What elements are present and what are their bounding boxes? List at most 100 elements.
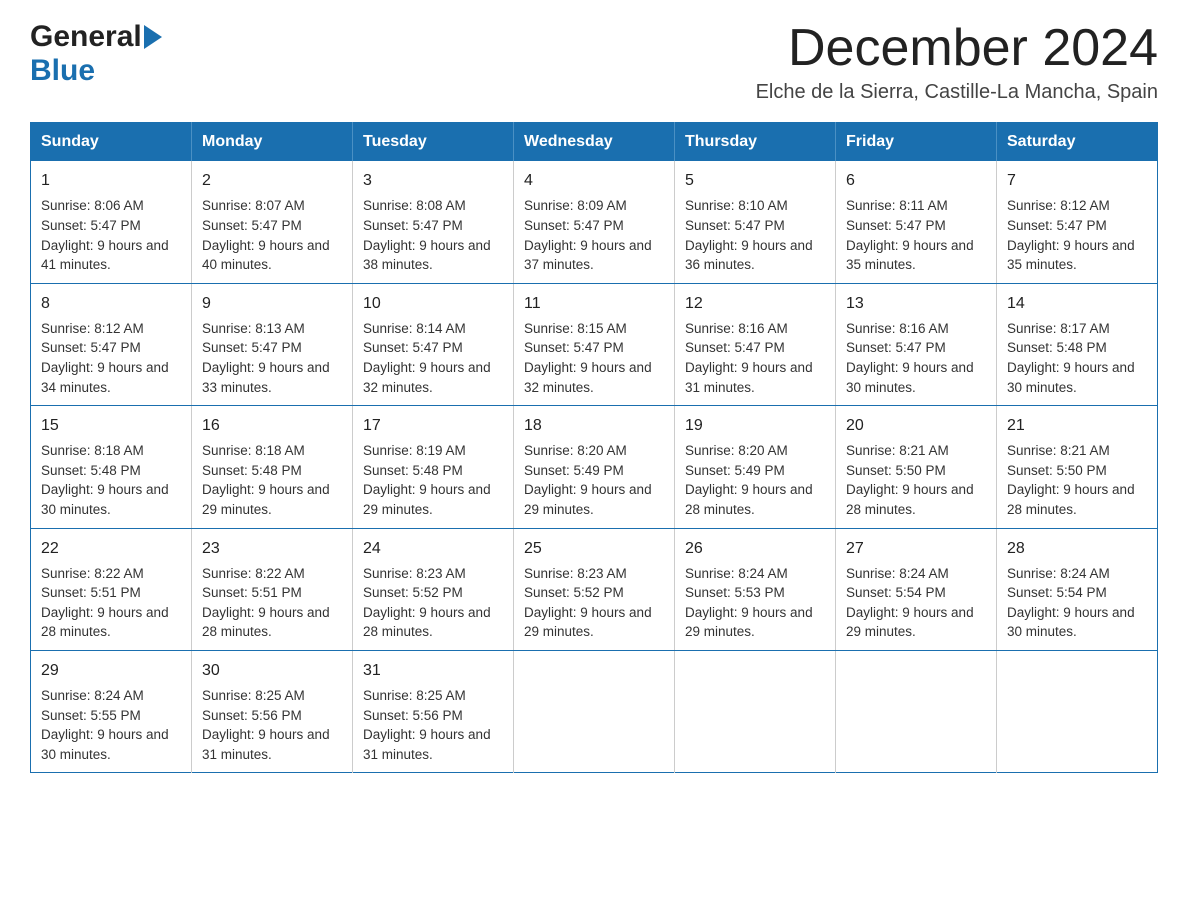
day-number: 13 (846, 292, 986, 315)
calendar-cell: 24 Sunrise: 8:23 AMSunset: 5:52 PMDayligh… (353, 528, 514, 650)
day-number: 16 (202, 414, 342, 437)
col-header-wednesday: Wednesday (514, 123, 675, 162)
day-info: Sunrise: 8:23 AMSunset: 5:52 PMDaylight:… (363, 564, 503, 642)
logo-blue-text: Blue (30, 54, 95, 88)
day-number: 20 (846, 414, 986, 437)
day-number: 21 (1007, 414, 1147, 437)
day-number: 10 (363, 292, 503, 315)
calendar-cell: 15Sunrise: 8:18 AMSunset: 5:48 PMDayligh… (31, 406, 192, 528)
calendar-cell: 2Sunrise: 8:07 AMSunset: 5:47 PMDaylight… (192, 161, 353, 283)
location-text: Elche de la Sierra, Castille-La Mancha, … (756, 81, 1158, 104)
col-header-friday: Friday (836, 123, 997, 162)
week-row-4: 22 Sunrise: 8:22 AMSunset: 5:51 PMDayligh… (31, 528, 1158, 650)
day-info: Sunrise: 8:17 AMSunset: 5:48 PMDaylight:… (1007, 319, 1147, 397)
calendar-cell: 6 Sunrise: 8:11 AMSunset: 5:47 PMDaylight… (836, 161, 997, 283)
day-number: 24 (363, 537, 503, 560)
day-info: Sunrise: 8:08 AMSunset: 5:47 PMDaylight:… (363, 196, 503, 274)
logo-general-text: General (30, 20, 142, 54)
calendar-cell: 16 Sunrise: 8:18 AMSunset: 5:48 PMDayligh… (192, 406, 353, 528)
calendar-cell: 5Sunrise: 8:10 AMSunset: 5:47 PMDaylight… (675, 161, 836, 283)
day-info: Sunrise: 8:11 AMSunset: 5:47 PMDaylight:… (846, 196, 986, 274)
week-row-1: 1 Sunrise: 8:06 AMSunset: 5:47 PMDaylight… (31, 161, 1158, 283)
col-header-thursday: Thursday (675, 123, 836, 162)
day-number: 26 (685, 537, 825, 560)
calendar-cell (997, 650, 1158, 772)
calendar-cell: 18Sunrise: 8:20 AMSunset: 5:49 PMDayligh… (514, 406, 675, 528)
calendar-cell: 17Sunrise: 8:19 AMSunset: 5:48 PMDayligh… (353, 406, 514, 528)
day-info: Sunrise: 8:07 AMSunset: 5:47 PMDaylight:… (202, 196, 342, 274)
day-info: Sunrise: 8:09 AMSunset: 5:47 PMDaylight:… (524, 196, 664, 274)
day-info: Sunrise: 8:12 AMSunset: 5:47 PMDaylight:… (1007, 196, 1147, 274)
day-number: 9 (202, 292, 342, 315)
calendar-cell: 31 Sunrise: 8:25 AMSunset: 5:56 PMDayligh… (353, 650, 514, 772)
calendar-cell: 22 Sunrise: 8:22 AMSunset: 5:51 PMDayligh… (31, 528, 192, 650)
day-info: Sunrise: 8:15 AMSunset: 5:47 PMDaylight:… (524, 319, 664, 397)
calendar-cell: 21Sunrise: 8:21 AMSunset: 5:50 PMDayligh… (997, 406, 1158, 528)
calendar-cell: 10 Sunrise: 8:14 AMSunset: 5:47 PMDayligh… (353, 283, 514, 405)
day-number: 14 (1007, 292, 1147, 315)
page-header: General Blue December 2024 Elche de la S… (30, 20, 1158, 104)
day-number: 27 (846, 537, 986, 560)
calendar-cell: 28Sunrise: 8:24 AMSunset: 5:54 PMDayligh… (997, 528, 1158, 650)
day-number: 30 (202, 659, 342, 682)
day-number: 29 (41, 659, 181, 682)
calendar-cell: 26 Sunrise: 8:24 AMSunset: 5:53 PMDayligh… (675, 528, 836, 650)
calendar-cell: 27 Sunrise: 8:24 AMSunset: 5:54 PMDayligh… (836, 528, 997, 650)
col-header-sunday: Sunday (31, 123, 192, 162)
calendar-table: SundayMondayTuesdayWednesdayThursdayFrid… (30, 122, 1158, 773)
calendar-cell: 20 Sunrise: 8:21 AMSunset: 5:50 PMDayligh… (836, 406, 997, 528)
day-number: 31 (363, 659, 503, 682)
day-info: Sunrise: 8:10 AMSunset: 5:47 PMDaylight:… (685, 196, 825, 274)
logo: General Blue (30, 20, 164, 88)
day-info: Sunrise: 8:20 AMSunset: 5:49 PMDaylight:… (685, 441, 825, 519)
day-info: Sunrise: 8:25 AMSunset: 5:56 PMDaylight:… (202, 686, 342, 764)
day-info: Sunrise: 8:25 AMSunset: 5:56 PMDaylight:… (363, 686, 503, 764)
day-info: Sunrise: 8:14 AMSunset: 5:47 PMDaylight:… (363, 319, 503, 397)
day-number: 7 (1007, 169, 1147, 192)
month-title: December 2024 (756, 20, 1158, 77)
day-info: Sunrise: 8:18 AMSunset: 5:48 PMDaylight:… (202, 441, 342, 519)
calendar-cell: 25Sunrise: 8:23 AMSunset: 5:52 PMDayligh… (514, 528, 675, 650)
calendar-cell: 11 Sunrise: 8:15 AMSunset: 5:47 PMDayligh… (514, 283, 675, 405)
calendar-cell: 19 Sunrise: 8:20 AMSunset: 5:49 PMDayligh… (675, 406, 836, 528)
day-number: 8 (41, 292, 181, 315)
day-info: Sunrise: 8:24 AMSunset: 5:54 PMDaylight:… (1007, 564, 1147, 642)
calendar-cell: 7 Sunrise: 8:12 AMSunset: 5:47 PMDaylight… (997, 161, 1158, 283)
calendar-cell: 23 Sunrise: 8:22 AMSunset: 5:51 PMDayligh… (192, 528, 353, 650)
calendar-cell: 4 Sunrise: 8:09 AMSunset: 5:47 PMDaylight… (514, 161, 675, 283)
calendar-cell: 13 Sunrise: 8:16 AMSunset: 5:47 PMDayligh… (836, 283, 997, 405)
day-info: Sunrise: 8:21 AMSunset: 5:50 PMDaylight:… (846, 441, 986, 519)
day-number: 19 (685, 414, 825, 437)
day-info: Sunrise: 8:16 AMSunset: 5:47 PMDaylight:… (685, 319, 825, 397)
day-number: 23 (202, 537, 342, 560)
day-number: 4 (524, 169, 664, 192)
day-number: 12 (685, 292, 825, 315)
day-number: 11 (524, 292, 664, 315)
day-info: Sunrise: 8:22 AMSunset: 5:51 PMDaylight:… (202, 564, 342, 642)
calendar-cell: 29 Sunrise: 8:24 AMSunset: 5:55 PMDayligh… (31, 650, 192, 772)
calendar-cell: 3 Sunrise: 8:08 AMSunset: 5:47 PMDaylight… (353, 161, 514, 283)
day-number: 22 (41, 537, 181, 560)
day-info: Sunrise: 8:24 AMSunset: 5:55 PMDaylight:… (41, 686, 181, 764)
calendar-cell: 14 Sunrise: 8:17 AMSunset: 5:48 PMDayligh… (997, 283, 1158, 405)
col-header-monday: Monday (192, 123, 353, 162)
day-number: 25 (524, 537, 664, 560)
week-row-3: 15 Sunrise: 8:18 AMSunset: 5:48 PMDayligh… (31, 406, 1158, 528)
col-header-tuesday: Tuesday (353, 123, 514, 162)
day-number: 15 (41, 414, 181, 437)
day-info: Sunrise: 8:24 AMSunset: 5:53 PMDaylight:… (685, 564, 825, 642)
calendar-cell (836, 650, 997, 772)
week-row-2: 8Sunrise: 8:12 AMSunset: 5:47 PMDaylight… (31, 283, 1158, 405)
day-number: 6 (846, 169, 986, 192)
header-row: SundayMondayTuesdayWednesdayThursdayFrid… (31, 123, 1158, 162)
calendar-cell: 8Sunrise: 8:12 AMSunset: 5:47 PMDaylight… (31, 283, 192, 405)
day-info: Sunrise: 8:24 AMSunset: 5:54 PMDaylight:… (846, 564, 986, 642)
day-info: Sunrise: 8:06 AMSunset: 5:47 PMDaylight:… (41, 196, 181, 274)
day-info: Sunrise: 8:22 AMSunset: 5:51 PMDaylight:… (41, 564, 181, 642)
title-section: December 2024 Elche de la Sierra, Castil… (756, 20, 1158, 104)
day-info: Sunrise: 8:16 AMSunset: 5:47 PMDaylight:… (846, 319, 986, 397)
day-number: 3 (363, 169, 503, 192)
calendar-cell: 12 Sunrise: 8:16 AMSunset: 5:47 PMDayligh… (675, 283, 836, 405)
day-info: Sunrise: 8:20 AMSunset: 5:49 PMDaylight:… (524, 441, 664, 519)
day-number: 1 (41, 169, 181, 192)
